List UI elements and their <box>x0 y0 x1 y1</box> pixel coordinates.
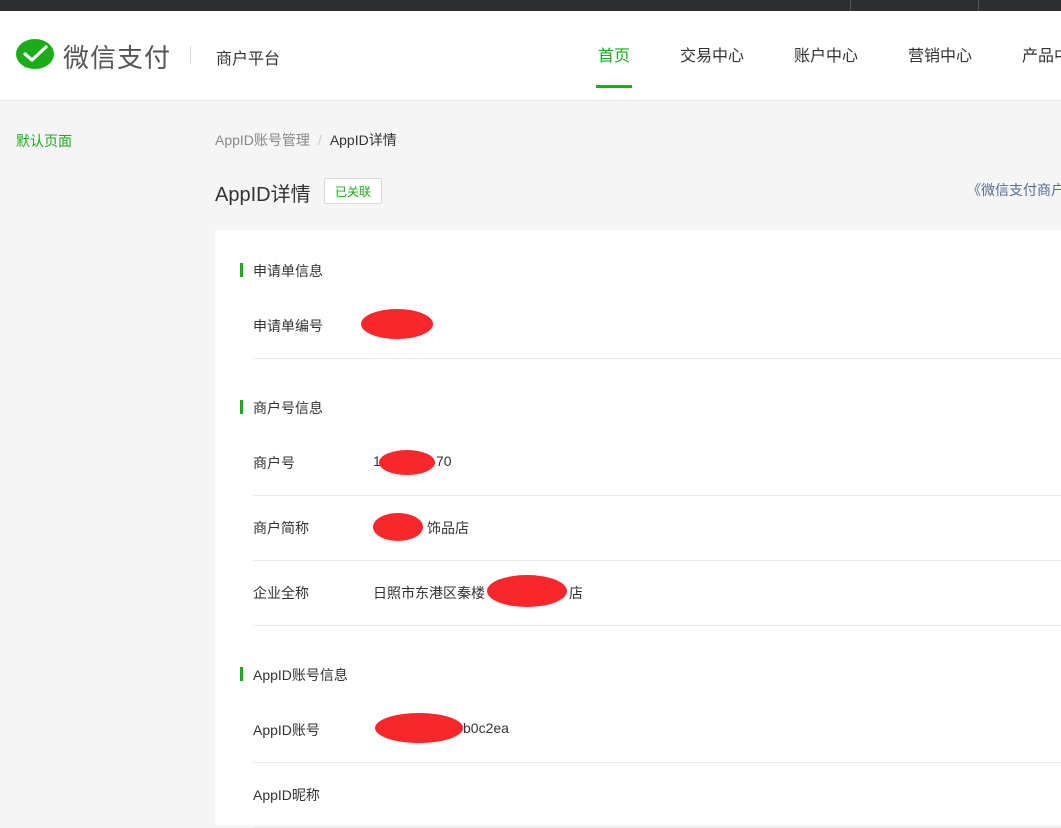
field-label: 商户号 <box>253 455 295 471</box>
logo-divider <box>190 46 191 64</box>
breadcrumb: AppID账号管理 / AppID详情 <box>215 130 397 150</box>
wechat-pay-logo-icon <box>15 38 55 74</box>
redaction-mark <box>373 513 423 541</box>
detail-row-company-full-name: 企业全称 日照市东港区秦楼 店 <box>253 560 1061 626</box>
redaction-mark <box>375 713 463 743</box>
platform-label: 商户平台 <box>216 51 281 68</box>
field-value-merchant-id-suffix: 70 <box>436 453 452 469</box>
browser-top-strip <box>0 0 1061 11</box>
nav-item-marketing-center[interactable]: 营销中心 <box>908 42 972 66</box>
field-value-company-name-prefix: 日照市东港区秦楼 <box>373 585 485 601</box>
detail-row-appid: AppID账号 b0c2ea <box>253 697 1061 763</box>
redaction-mark <box>361 309 433 339</box>
field-label: AppID账号 <box>253 722 320 738</box>
detail-row-appid-nickname: AppID昵称 <box>253 762 1061 828</box>
redaction-mark <box>487 575 567 607</box>
top-header: 微信支付 商户平台 首页 交易中心 账户中心 营销中心 产品中 <box>0 11 1061 101</box>
field-label: 企业全称 <box>253 585 309 601</box>
page-title: AppID详情 <box>215 184 311 206</box>
guide-link[interactable]: 《微信支付商户 <box>967 180 1061 200</box>
detail-row-application-number: 申请单编号 1301 <box>253 293 1061 359</box>
status-badge: 已关联 <box>324 178 383 204</box>
logo-text: 微信支付 <box>63 43 172 74</box>
detail-row-merchant-id: 商户号 1 70 <box>253 430 1061 496</box>
nav-item-product-center[interactable]: 产品中 <box>1022 42 1061 66</box>
nav-item-account-center[interactable]: 账户中心 <box>794 42 858 66</box>
breadcrumb-link-appid-management[interactable]: AppID账号管理 <box>215 132 310 148</box>
sidebar-item-default-page[interactable]: 默认页面 <box>16 131 72 151</box>
field-label: 商户简称 <box>253 520 309 536</box>
section-title-merchant: 商户号信息 <box>240 398 323 418</box>
detail-card: 申请单信息 申请单编号 1301 商户号信息 商户号 1 70 商户简称 饰品店… <box>215 230 1061 828</box>
field-label: 申请单编号 <box>253 318 323 334</box>
field-value-company-name-suffix: 店 <box>569 585 583 601</box>
field-value-appid: b0c2ea <box>463 720 509 736</box>
section-title-appid: AppID账号信息 <box>240 665 348 685</box>
detail-row-merchant-short-name: 商户简称 饰品店 <box>253 495 1061 561</box>
section-title-application: 申请单信息 <box>240 261 323 281</box>
breadcrumb-separator: / <box>317 132 322 148</box>
nav-item-home[interactable]: 首页 <box>598 42 630 66</box>
logo[interactable]: 微信支付 <box>15 38 171 74</box>
field-label: AppID昵称 <box>253 787 320 803</box>
nav-active-indicator <box>596 85 632 88</box>
field-value-merchant-short-name: 饰品店 <box>427 520 469 536</box>
nav-item-trade-center[interactable]: 交易中心 <box>680 42 744 66</box>
breadcrumb-current: AppID详情 <box>329 132 397 148</box>
redaction-mark <box>379 450 435 475</box>
strip-divider <box>978 0 979 11</box>
strip-divider <box>850 0 851 11</box>
